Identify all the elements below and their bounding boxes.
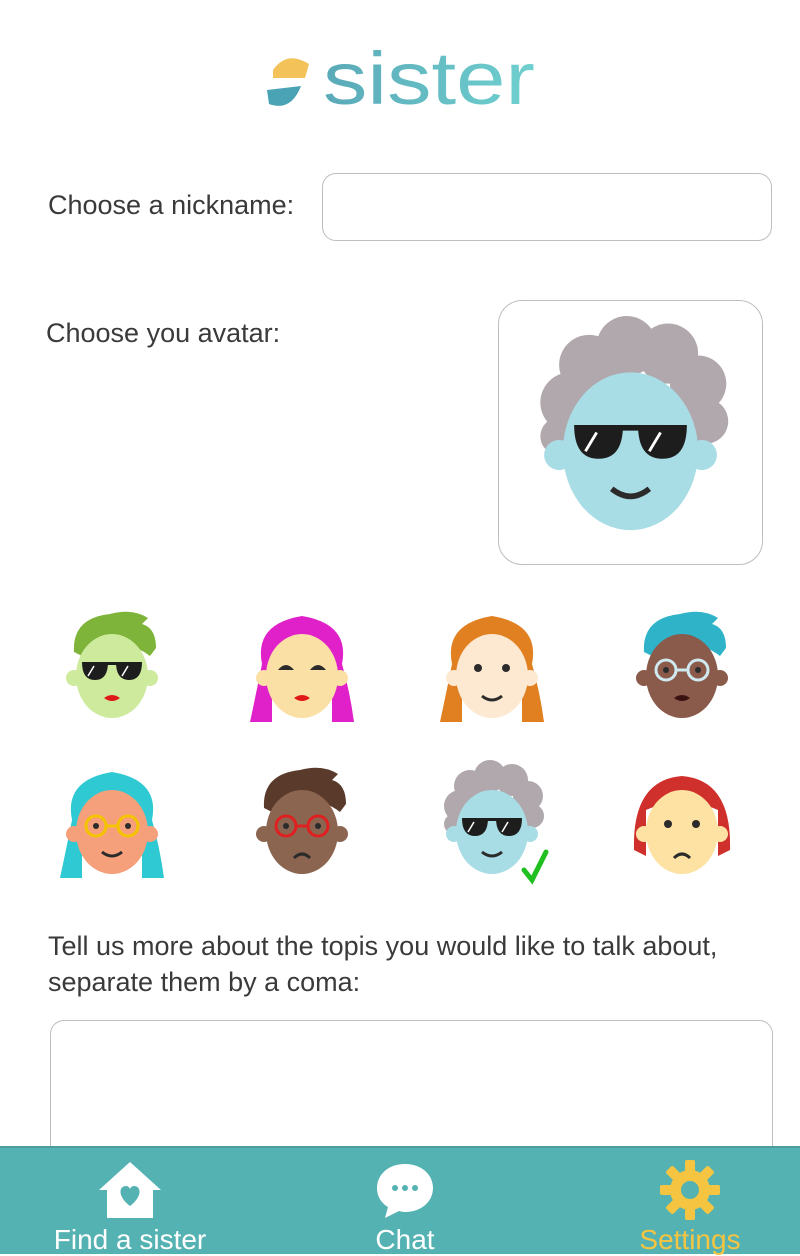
nav-find-a-sister[interactable]: Find a sister [30,1148,230,1256]
nickname-label: Choose a nickname: [48,190,295,220]
nav-label-settings: Settings [639,1224,741,1255]
nav-settings[interactable]: Settings [610,1148,770,1256]
app-logo: sister [263,37,543,120]
avatar-face [633,776,731,874]
nav-label-find: Find a sister [53,1224,207,1255]
avatar-option[interactable] [612,596,752,736]
avatar-face [256,767,348,874]
topics-label: Tell us more about the topis you would l… [48,931,718,997]
avatar-face [250,616,354,722]
avatar-label: Choose you avatar: [46,318,281,348]
nickname-input[interactable] [322,173,772,241]
avatar-option[interactable] [612,752,752,892]
avatar-face [440,616,544,722]
logo-wordmark: sister [323,40,535,120]
selected-avatar-preview [498,300,763,565]
avatar-option[interactable] [232,596,372,736]
avatar-option[interactable] [422,596,562,736]
avatar-option[interactable] [42,752,182,892]
chat-bubble-icon [377,1164,433,1218]
nav-label-chat: Chat [375,1224,435,1255]
home-heart-icon [99,1162,161,1218]
bottom-navigation: Find a sister Chat Settings [0,1146,800,1256]
avatar-face-selected [444,760,549,885]
avatar-face [636,611,728,718]
avatar-option[interactable] [422,752,562,892]
preview-avatar-face [540,316,729,531]
avatar-face [60,772,164,878]
nav-chat[interactable]: Chat [335,1148,475,1256]
avatar-option[interactable] [42,596,182,736]
gear-icon [660,1160,720,1220]
avatar-face [66,611,158,718]
avatar-option[interactable] [232,752,372,892]
